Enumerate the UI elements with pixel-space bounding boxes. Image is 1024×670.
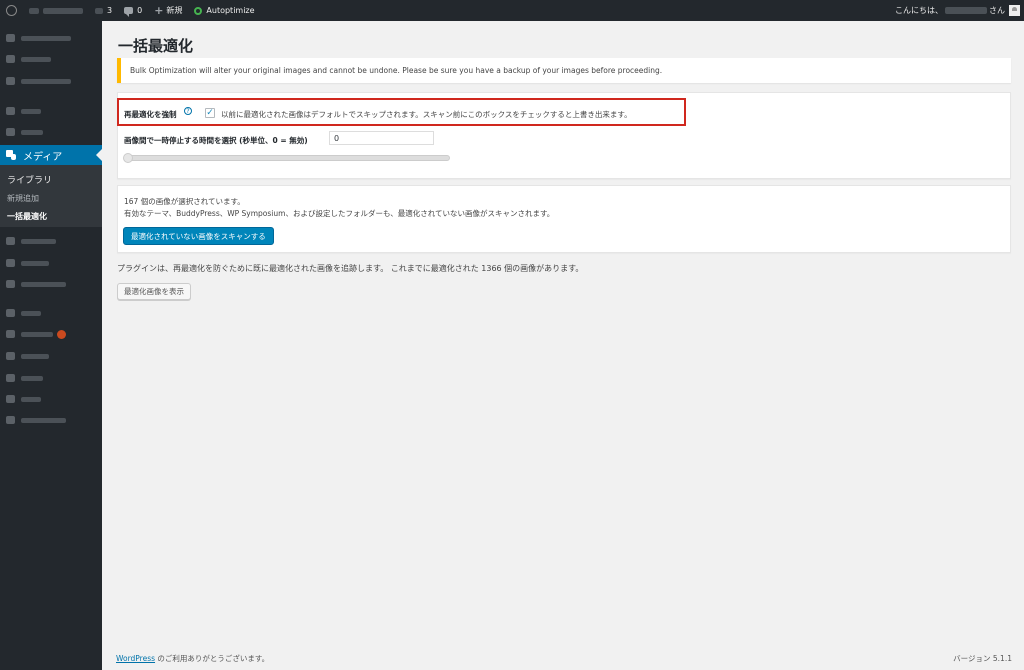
menu-item-tools[interactable] (6, 373, 43, 383)
admin-menu: メディア ライブラリ 新規追加 一括最適化 (0, 21, 102, 439)
plus-icon: + (154, 4, 164, 17)
plug-icon (6, 330, 15, 338)
warning-notice: Bulk Optimization will alter your origin… (117, 58, 1011, 83)
updates-link[interactable]: 3 (89, 0, 118, 21)
force-reoptimize-description: 以前に最適化された画像はデフォルトでスキップされます。スキャン前にこのボックスを… (221, 110, 632, 119)
pause-seconds-input[interactable] (329, 131, 434, 145)
menu-item-media[interactable]: メディア (0, 145, 102, 165)
media-label: メディア (23, 151, 63, 163)
status-circle-icon (194, 6, 203, 15)
force-reoptimize-checkbox[interactable]: ✓ (205, 108, 215, 118)
comment-icon (6, 259, 15, 267)
menu-icon (6, 280, 15, 288)
brush-icon (6, 309, 15, 317)
scan-info-text: 有効なテーマ、BuddyPress、WP Symposium、および設定したフォ… (124, 209, 555, 218)
menu-item-2[interactable] (6, 54, 51, 64)
admin-sidebar: メディア ライブラリ 新規追加 一括最適化 (0, 21, 102, 670)
updates-icon (95, 7, 103, 14)
scan-button[interactable]: 最適化されていない画像をスキャンする (123, 227, 274, 245)
comments-count: 0 (137, 6, 143, 15)
notice-text: Bulk Optimization will alter your origin… (130, 66, 663, 75)
menu-icon (6, 237, 15, 245)
footer-thanks: WordPress のご利用ありがとうございます。 (116, 653, 269, 664)
menu-icon (6, 77, 15, 85)
pin-icon (6, 128, 15, 136)
menu-item-3[interactable] (6, 76, 71, 86)
menu-item-posts[interactable] (6, 106, 41, 116)
pin-icon (6, 107, 15, 115)
site-name-redacted (43, 7, 83, 14)
show-optimized-button[interactable]: 最適化画像を表示 (117, 283, 191, 300)
wordpress-logo-icon[interactable] (0, 0, 23, 21)
site-name-link[interactable] (23, 0, 89, 21)
account-menu[interactable]: こんにちは、 さん (895, 0, 1024, 21)
footer-version: バージョン 5.1.1 (953, 654, 1012, 663)
main-content: 一括最適化 Bulk Optimization will alter your … (102, 21, 1024, 670)
menu-item-9[interactable] (6, 279, 66, 289)
force-reoptimize-label: 再最適化を強制 (124, 110, 177, 119)
menu-item-appearance[interactable] (6, 308, 41, 318)
submenu-add-new[interactable]: 新規追加 (7, 193, 39, 204)
plugin-update-badge (57, 329, 66, 339)
greeting-suffix: さん (989, 6, 1005, 15)
selected-count-text: 167 個の画像が選択されています。 (124, 197, 245, 206)
greeting-text: こんにちは、 (895, 6, 943, 15)
comment-icon (124, 7, 134, 17)
plugin-info-text: プラグインは、再最適化を防ぐために既に最適化された画像を追跡します。 これまでに… (117, 264, 584, 273)
page-title: 一括最適化 (118, 37, 194, 55)
pause-label: 画像間で一時停止する時間を選択 (秒単位、0 = 無効) (124, 136, 308, 145)
sidebar-empty (0, 439, 102, 670)
dashboard-icon (6, 34, 15, 42)
menu-icon (6, 55, 15, 63)
pause-slider[interactable] (123, 153, 450, 163)
autoptimize-link[interactable]: Autoptimize (188, 0, 260, 21)
checkmark-icon: ✓ (206, 107, 214, 118)
collapse-icon (6, 416, 15, 424)
username-redacted (945, 7, 987, 14)
menu-item-settings[interactable] (6, 394, 41, 404)
home-icon (29, 7, 39, 14)
wrench-icon (6, 374, 15, 382)
autoptimize-label: Autoptimize (206, 6, 255, 15)
footer-thanks-text: のご利用ありがとうございます。 (155, 654, 270, 663)
menu-item-7[interactable] (6, 236, 56, 246)
slider-handle[interactable] (123, 153, 133, 163)
submenu-library[interactable]: ライブラリ (7, 173, 52, 186)
menu-item-comments[interactable] (6, 258, 49, 268)
updates-count: 3 (107, 6, 113, 15)
menu-item-plugins[interactable] (6, 329, 66, 339)
settings-icon (6, 395, 15, 403)
wordpress-link[interactable]: WordPress (116, 654, 155, 663)
menu-item-5[interactable] (6, 127, 43, 137)
comments-link[interactable]: 0 (118, 0, 148, 21)
menu-item-collapse[interactable] (6, 415, 66, 425)
user-icon (6, 352, 15, 360)
submenu-bulk-optimize[interactable]: 一括最適化 (7, 211, 47, 222)
menu-item-users[interactable] (6, 351, 49, 361)
admin-bar: 3 0 + 新規 Autoptimize こんにちは、 さん (0, 0, 1024, 21)
menu-item-dashboard[interactable] (6, 33, 71, 43)
new-label: 新規 (166, 6, 183, 15)
new-content-link[interactable]: + 新規 (148, 0, 188, 21)
help-icon[interactable]: ? (184, 107, 192, 115)
avatar (1009, 5, 1020, 16)
media-submenu: ライブラリ 新規追加 一括最適化 (0, 165, 102, 227)
media-icon (6, 150, 17, 160)
